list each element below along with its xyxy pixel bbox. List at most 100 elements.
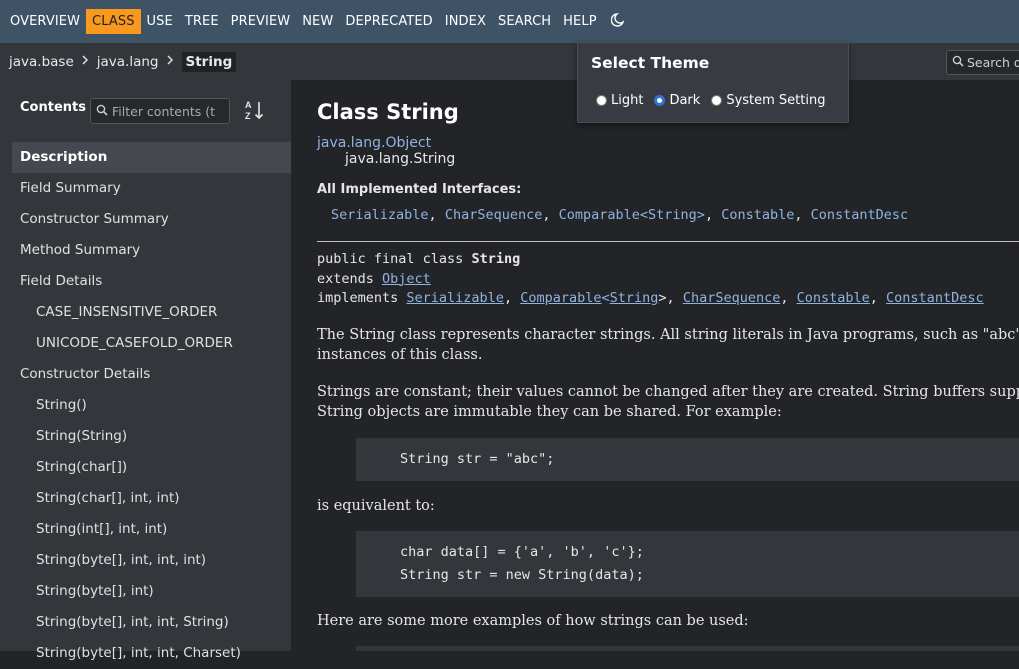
text-line: String objects are immutable they can be… — [317, 404, 782, 420]
implemented-interfaces-list: Serializable, CharSequence, Comparable<S… — [331, 207, 908, 223]
nav-use[interactable]: USE — [141, 9, 179, 34]
radio-light[interactable] — [596, 95, 607, 106]
sig-interface-link[interactable]: ConstantDesc — [886, 290, 984, 306]
option-label: Light — [611, 93, 644, 108]
sig-type-link[interactable]: String — [610, 290, 659, 306]
interface-link[interactable]: ConstantDesc — [811, 207, 909, 223]
code-example-3 — [356, 646, 1019, 651]
toc-item[interactable]: Field Summary — [12, 173, 291, 204]
toc-item[interactable]: String(byte[], int, int, String) — [12, 607, 291, 638]
interface-link[interactable]: CharSequence — [445, 207, 543, 223]
contents-heading: Contents — [20, 100, 86, 115]
code-line: String str = "abc"; — [400, 451, 555, 467]
search-placeholder: Search d — [967, 55, 1019, 70]
code-example-1: String str = "abc"; — [356, 438, 1019, 481]
divider — [317, 241, 1019, 242]
description-paragraph-2: Strings are constant; their values canno… — [317, 382, 1019, 422]
inheritance-link-object[interactable]: java.lang.Object — [317, 135, 431, 151]
moon-icon[interactable] — [610, 12, 625, 31]
toc-item[interactable]: String(byte[], int, int, Charset) — [12, 638, 291, 669]
code-line: char data[] = {'a', 'b', 'c'}; — [400, 544, 644, 560]
nav-search[interactable]: SEARCH — [492, 9, 557, 34]
code-line: String str = new String(data); — [400, 567, 644, 583]
toc-item[interactable]: Description — [12, 142, 291, 173]
description-paragraph-1: The String class represents character st… — [317, 325, 1019, 365]
list-separator: , — [428, 207, 445, 223]
breadcrumb-current: String — [181, 51, 237, 72]
nav-overview[interactable]: OVERVIEW — [4, 9, 86, 34]
filter-contents-input[interactable]: Filter contents (t — [90, 98, 230, 124]
nav-preview[interactable]: PREVIEW — [225, 9, 297, 34]
implemented-interfaces-label: All Implemented Interfaces: — [317, 182, 522, 197]
toc-item[interactable]: String(byte[], int, int, int) — [12, 545, 291, 576]
svg-text:A: A — [245, 100, 252, 110]
sig-interface-link[interactable]: Serializable — [406, 290, 504, 306]
code-example-2: char data[] = {'a', 'b', 'c'}; String str… — [356, 531, 1019, 597]
table-of-contents: Description Field Summary Constructor Su… — [12, 142, 291, 669]
breadcrumb-bar: java.base java.lang String Search d — [0, 43, 1019, 80]
sig-interface-link[interactable]: Comparable — [520, 290, 601, 306]
toc-item[interactable]: CASE_INSENSITIVE_ORDER — [12, 297, 291, 328]
search-input[interactable]: Search d — [946, 50, 1019, 75]
sig-class-name: String — [471, 251, 521, 267]
sig-extends-keyword: extends — [317, 270, 383, 287]
text-line: instances of this class. — [317, 347, 483, 363]
breadcrumb-module[interactable]: java.base — [9, 54, 74, 70]
sig-implements-keyword: implements — [317, 290, 407, 306]
list-separator: , — [542, 207, 559, 223]
option-label: Dark — [669, 93, 701, 108]
sig-interface-link[interactable]: CharSequence — [683, 290, 781, 306]
search-icon — [96, 104, 108, 119]
interface-link[interactable]: Comparable<String> — [559, 207, 705, 223]
list-separator: , — [794, 207, 811, 223]
sidebar: Contents Filter contents (t A Z Descript… — [0, 80, 291, 661]
toc-item[interactable]: Method Summary — [12, 235, 291, 266]
nav-help[interactable]: HELP — [557, 9, 602, 34]
svg-text:Z: Z — [245, 111, 251, 121]
toc-item[interactable]: Field Details — [12, 266, 291, 297]
sort-alphabetical-icon[interactable]: A Z — [244, 99, 266, 121]
nav-class[interactable]: CLASS — [86, 9, 141, 34]
theme-option-dark[interactable]: Dark — [654, 93, 700, 108]
search-icon — [952, 55, 964, 70]
page-title: Class String — [317, 100, 459, 124]
theme-selector-popup: Select Theme Light Dark System Setting — [577, 42, 849, 123]
top-navigation-bar: OVERVIEW CLASS USE TREE PREVIEW NEW DEPR… — [0, 0, 1019, 43]
option-label: System Setting — [726, 93, 826, 108]
nav-index[interactable]: INDEX — [439, 9, 492, 34]
sig-extends-link[interactable]: Object — [382, 271, 431, 287]
text-line: Strings are constant; their values canno… — [317, 384, 1019, 400]
theme-popup-title: Select Theme — [591, 54, 710, 72]
description-paragraph-3: is equivalent to: — [317, 498, 435, 514]
breadcrumb-separator-icon — [82, 54, 89, 69]
toc-item[interactable]: Constructor Summary — [12, 204, 291, 235]
list-separator: , — [704, 207, 722, 223]
sig-interface-link[interactable]: Constable — [797, 290, 870, 306]
toc-item[interactable]: UNICODE_CASEFOLD_ORDER — [12, 328, 291, 359]
breadcrumb-package[interactable]: java.lang — [97, 54, 159, 70]
radio-dark[interactable] — [654, 95, 666, 106]
theme-option-light[interactable]: Light — [596, 93, 643, 108]
toc-item[interactable]: String(String) — [12, 421, 291, 452]
description-paragraph-4: Here are some more examples of how strin… — [317, 613, 749, 629]
radio-system[interactable] — [711, 95, 723, 106]
theme-options: Light Dark System Setting — [596, 93, 836, 108]
theme-option-system[interactable]: System Setting — [711, 93, 825, 108]
interface-link[interactable]: Serializable — [331, 207, 429, 223]
inheritance-current: java.lang.String — [345, 151, 456, 167]
class-signature: public final class String extends Object… — [317, 251, 984, 306]
toc-item[interactable]: String() — [12, 390, 291, 421]
sig-modifiers: public final class — [317, 251, 472, 267]
text-line: The String class represents character st… — [317, 327, 1019, 343]
toc-item[interactable]: String(byte[], int) — [12, 576, 291, 607]
toc-item[interactable]: String(char[]) — [12, 452, 291, 483]
nav-tree[interactable]: TREE — [179, 9, 225, 34]
breadcrumb-separator-icon — [166, 54, 174, 69]
nav-deprecated[interactable]: DEPRECATED — [339, 9, 438, 34]
nav-new[interactable]: NEW — [296, 9, 339, 34]
toc-item[interactable]: String(char[], int, int) — [12, 483, 291, 514]
interface-link[interactable]: Constable — [721, 207, 794, 223]
filter-placeholder: Filter contents (t — [112, 103, 216, 119]
toc-item[interactable]: Constructor Details — [12, 359, 291, 390]
toc-item[interactable]: String(int[], int, int) — [12, 514, 291, 545]
